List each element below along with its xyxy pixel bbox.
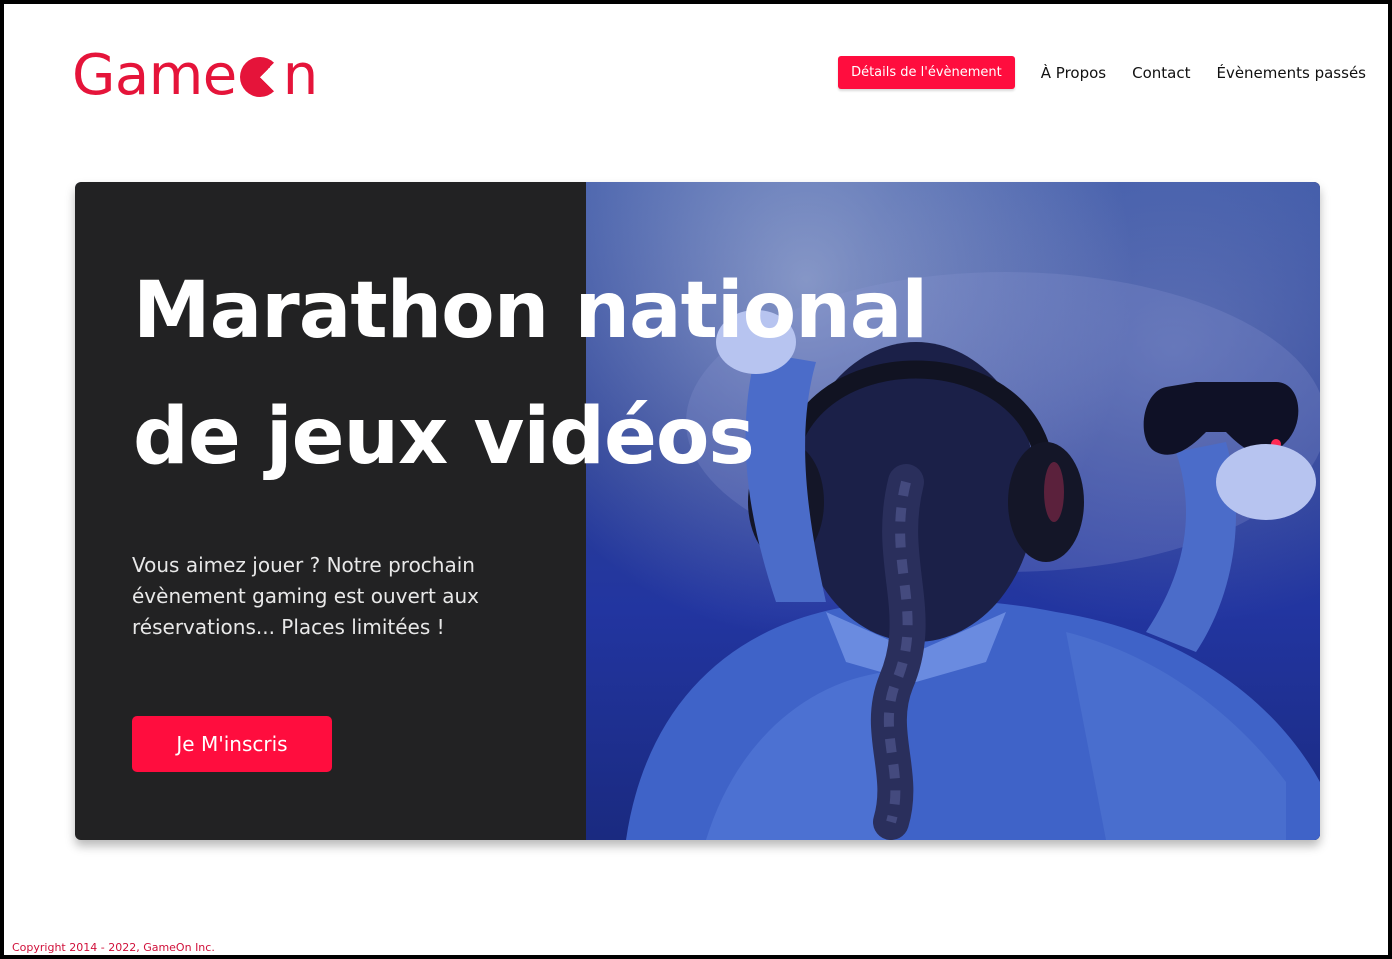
hero-title-line2: de jeux vidéos — [133, 392, 755, 482]
logo-text-start: Game — [72, 42, 237, 108]
logo-text-end: n — [282, 42, 319, 108]
logo-pacman-icon — [239, 57, 280, 97]
main-nav: Détails de l'évènement À Propos Contact … — [838, 56, 1366, 89]
nav-about[interactable]: À Propos — [1041, 64, 1106, 82]
hero-description: Vous aimez jouer ? Notre prochain évènem… — [132, 553, 479, 639]
nav-event-details[interactable]: Détails de l'évènement — [838, 56, 1015, 89]
nav-contact[interactable]: Contact — [1132, 64, 1190, 82]
signup-button[interactable]: Je M'inscris — [132, 716, 332, 772]
gameon-logo[interactable]: Game n — [72, 40, 318, 110]
hero-title: Marathon national de jeux vidéos — [133, 248, 1033, 500]
page: Game n Détails de l'évènement À Propos C… — [4, 4, 1388, 955]
hero-title-line1: Marathon national — [133, 266, 928, 356]
copyright-text: Copyright 2014 - 2022, GameOn Inc. — [12, 941, 215, 954]
hero-section: Marathon national de jeux vidéos Vous ai… — [75, 182, 1320, 840]
nav-past-events[interactable]: Évènements passés — [1216, 64, 1366, 82]
